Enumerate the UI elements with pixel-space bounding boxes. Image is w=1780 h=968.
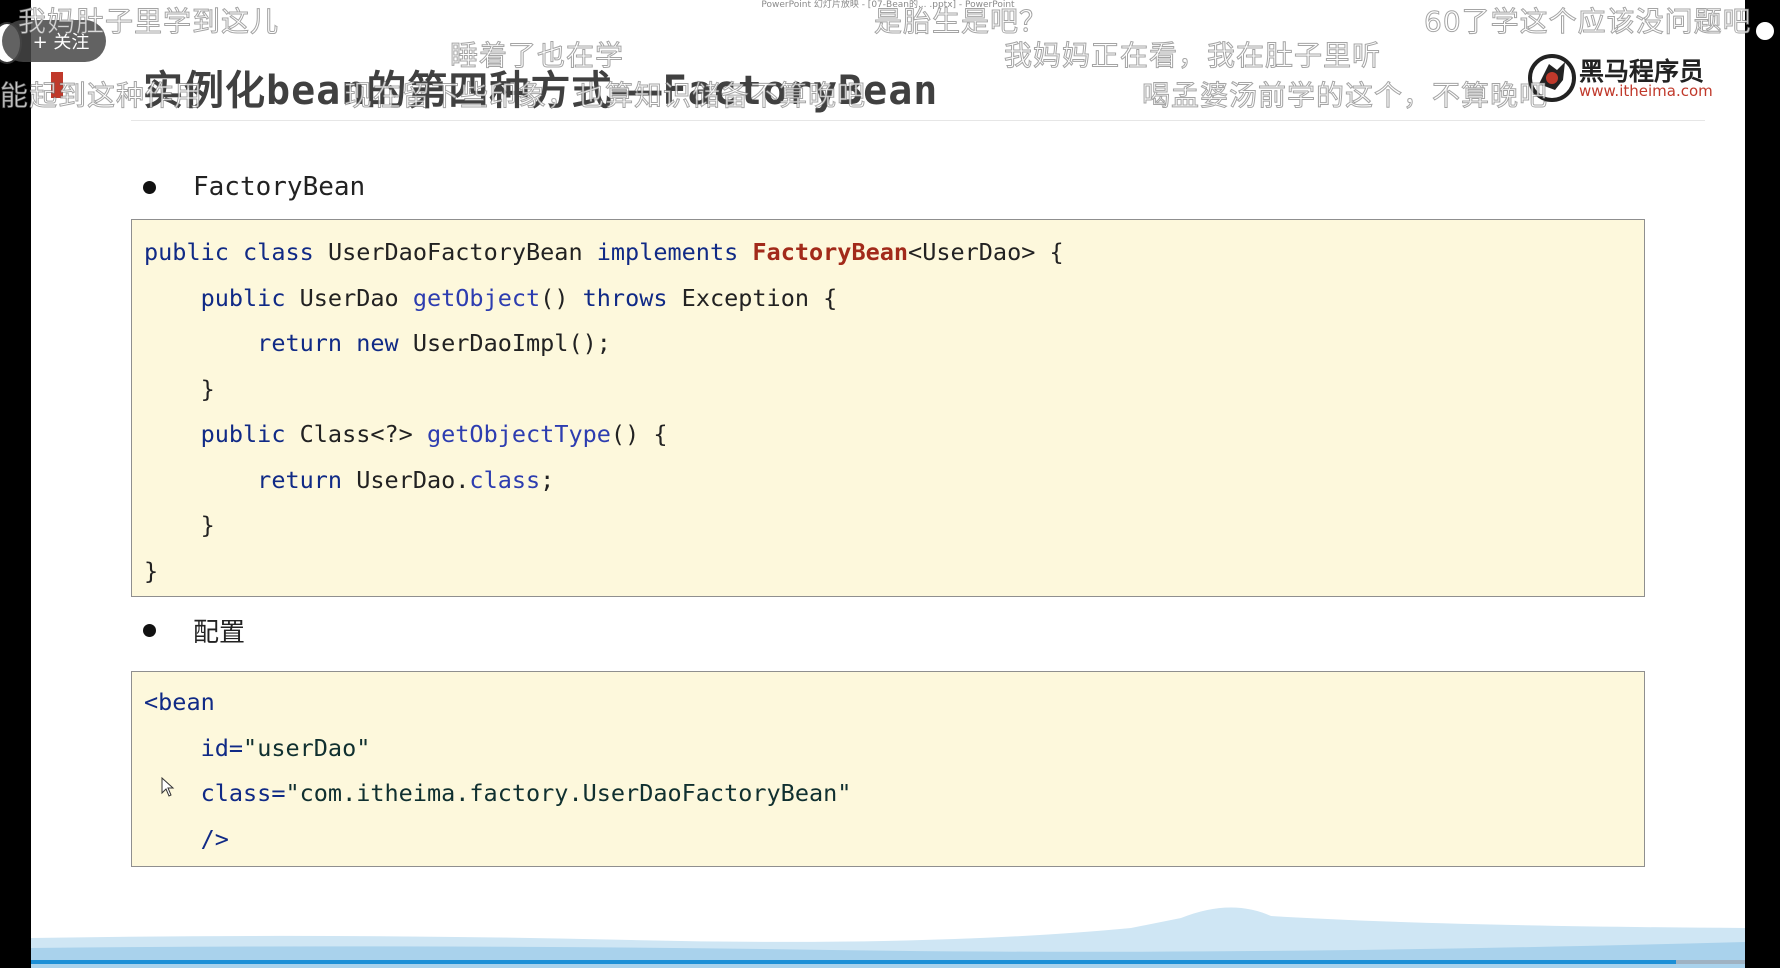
- bullet-label: 配置: [193, 618, 246, 648]
- code-line: public Class<?> getObjectType() {: [144, 420, 668, 448]
- code-token: () {: [610, 420, 668, 448]
- code-token: id=: [144, 733, 244, 762]
- code-token: public: [144, 420, 300, 448]
- right-player-edge: [1745, 0, 1780, 968]
- bullet-dot-icon: [143, 180, 156, 194]
- bullet-config: 配置: [143, 612, 245, 649]
- code-token: UserDao.: [356, 465, 470, 494]
- code-line: }: [144, 557, 158, 585]
- code-token: throws: [582, 283, 682, 312]
- code-line: <bean: [144, 688, 215, 716]
- code-token: getObjectType: [426, 420, 611, 448]
- danmaku-comment: 我妈妈正在看，我在肚子里听: [1003, 39, 1382, 73]
- video-progress-played[interactable]: [31, 960, 1676, 964]
- code-token: <UserDao> {: [908, 238, 1064, 266]
- code-token: UserDao: [299, 283, 413, 312]
- brand-logo: 黑马程序员 www.itheima.com: [1527, 48, 1727, 110]
- code-token: "com.itheima.factory.UserDaoFactoryBean": [285, 779, 852, 807]
- code-token: "userDao": [243, 733, 371, 762]
- bullet-factorybean: FactoryBean: [143, 172, 365, 202]
- java-code-block: public class UserDaoFactoryBean implemen…: [131, 219, 1645, 597]
- code-token: }: [144, 511, 215, 539]
- title-divider: [131, 120, 1705, 121]
- code-token: UserDaoImpl();: [412, 329, 611, 357]
- code-line: class="com.itheima.factory.UserDaoFactor…: [144, 779, 852, 807]
- code-token: UserDaoFactoryBean: [327, 238, 597, 266]
- code-token: getObject: [412, 283, 541, 312]
- code-token: }: [144, 556, 159, 585]
- code-token: return new: [144, 329, 413, 357]
- code-token: ;: [540, 465, 555, 494]
- code-token: />: [144, 824, 229, 853]
- slide-canvas: PowerPoint 幻灯片放映 - [07-Bean的... .pptx] -…: [31, 0, 1745, 968]
- bullet-dot-icon: [143, 624, 156, 637]
- mountain-decoration: [31, 907, 1745, 968]
- code-token: }: [144, 374, 215, 403]
- danmaku-comment: 60了学这个应该没问题吧: [1424, 5, 1752, 39]
- danmaku-comment: 我妈肚子里学到这儿: [17, 5, 280, 39]
- code-token: Class<?>: [299, 420, 427, 448]
- code-token: class: [469, 465, 541, 494]
- danmaku-comment: 现在留下些印象，也算知识储备不算晚吧: [343, 79, 867, 113]
- danmaku-comment: 睡着了也在学: [449, 39, 625, 73]
- code-token: FactoryBean: [752, 238, 909, 266]
- logo-url: www.itheima.com: [1579, 82, 1713, 100]
- code-token: return: [144, 465, 357, 494]
- danmaku-comment: 能起到这种作用: [0, 79, 204, 113]
- xml-config-block: <bean id="userDao" class="com.itheima.fa…: [131, 671, 1645, 867]
- code-line: public class UserDaoFactoryBean implemen…: [144, 238, 1064, 266]
- code-token: public: [144, 283, 300, 312]
- video-progress-remaining[interactable]: [1676, 960, 1745, 964]
- code-line: }: [144, 511, 215, 539]
- mouse-cursor-icon: [161, 777, 175, 797]
- code-line: return new UserDaoImpl();: [144, 329, 611, 357]
- code-line: }: [144, 375, 215, 403]
- code-token: implements: [596, 238, 753, 266]
- code-line: />: [144, 825, 229, 853]
- code-token: public class: [144, 238, 328, 266]
- code-token: Exception {: [681, 283, 838, 312]
- help-icon[interactable]: [1756, 22, 1774, 40]
- code-token: <bean: [144, 688, 215, 716]
- code-line: id="userDao": [144, 733, 371, 762]
- code-token: (): [540, 283, 583, 312]
- bullet-label: FactoryBean: [193, 172, 366, 202]
- code-line: return UserDao.class;: [144, 466, 554, 494]
- danmaku-comment: 喝孟婆汤前学的这个，不算晚吧: [1141, 79, 1549, 113]
- code-line: public UserDao getObject() throws Except…: [144, 283, 838, 312]
